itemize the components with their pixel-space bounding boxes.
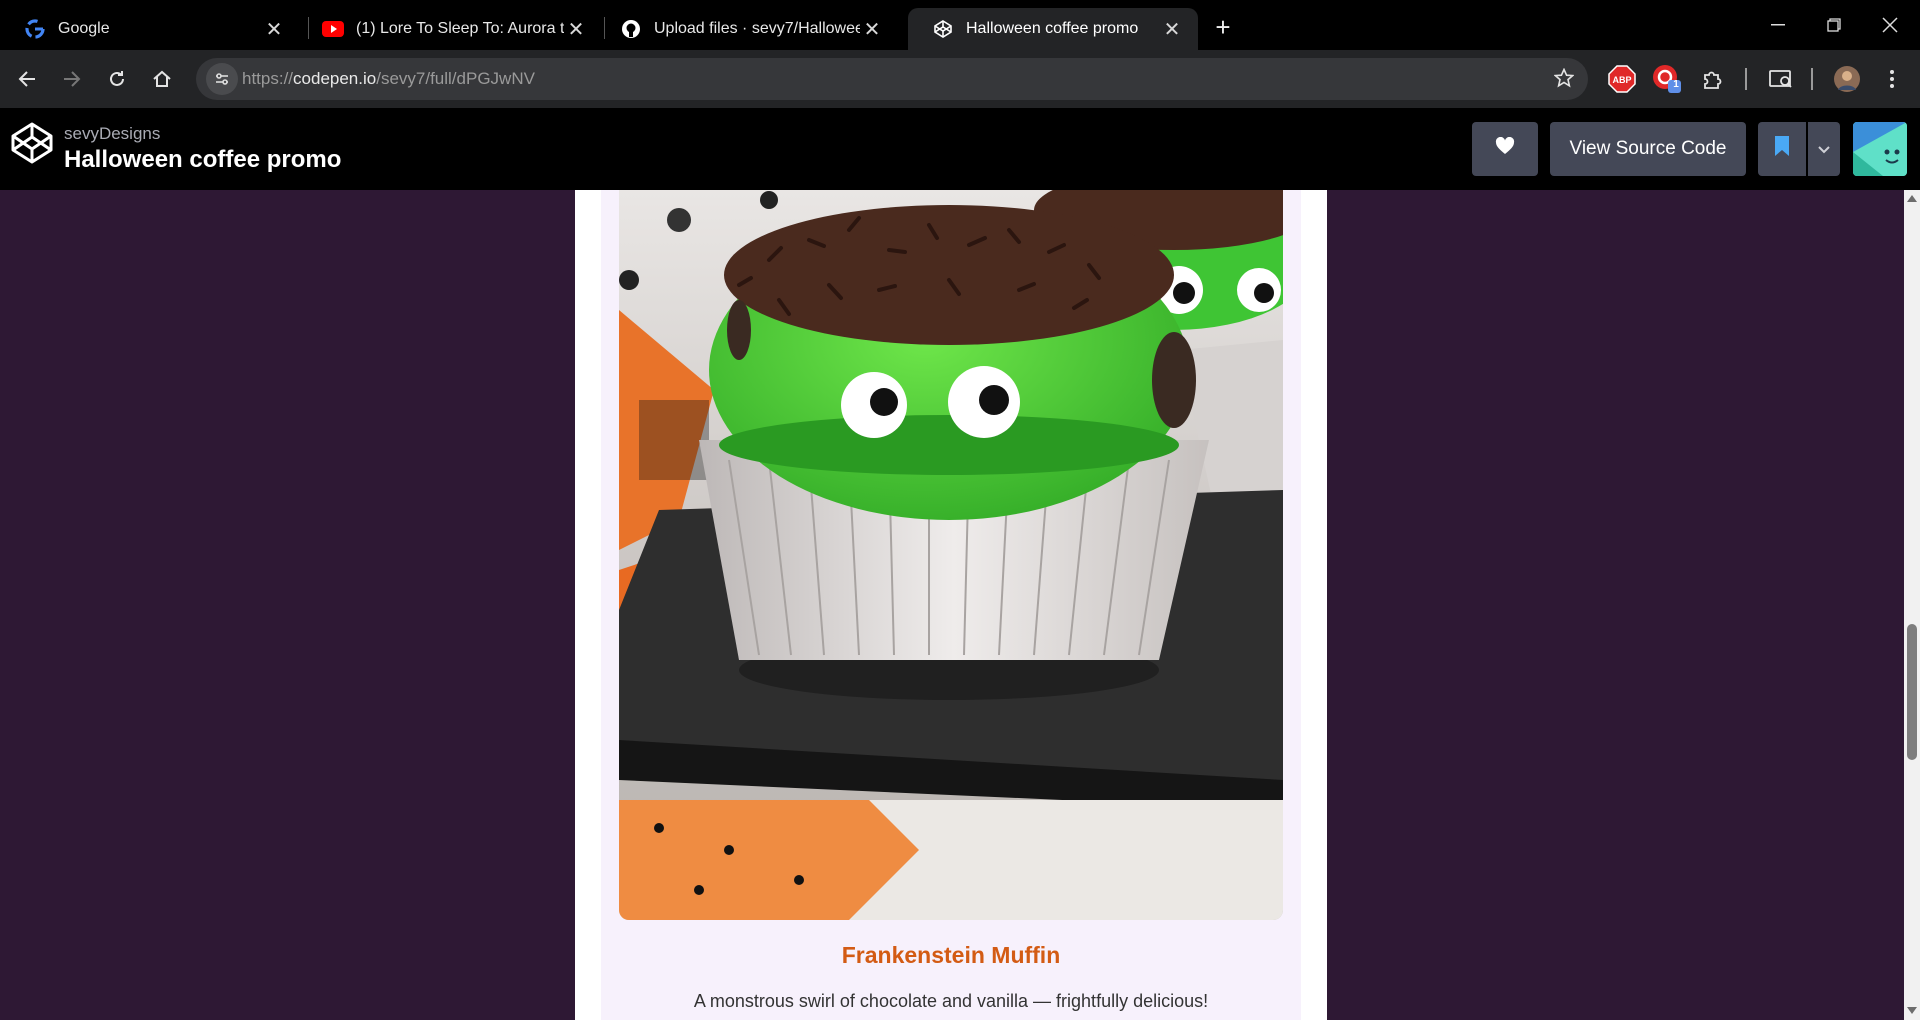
tab-title: Google xyxy=(58,20,110,37)
reload-button[interactable] xyxy=(100,62,134,96)
tab-title: Halloween coffee promo xyxy=(966,20,1139,37)
chevron-down-icon xyxy=(1818,138,1830,160)
adblock-plus-icon[interactable]: ABP xyxy=(1607,64,1637,94)
tab-title: (1) Lore To Sleep To: Aurora the xyxy=(356,20,564,37)
url-text: https://codepen.io/sevy7/full/dPGJwNV xyxy=(242,69,535,89)
bookmark-star-icon[interactable] xyxy=(1553,67,1575,93)
menu-item-description: A monstrous swirl of chocolate and vanil… xyxy=(693,991,1209,1011)
user-avatar[interactable] xyxy=(1853,122,1907,176)
forward-button[interactable] xyxy=(55,62,89,96)
bookmark-icon xyxy=(1774,135,1790,163)
svg-text:ABP: ABP xyxy=(1612,75,1631,85)
extension-badge-count: 1 xyxy=(1673,79,1679,90)
close-tab-icon[interactable]: ✕ xyxy=(860,17,884,41)
codepen-header: sevyDesigns Halloween coffee promo View … xyxy=(0,108,1920,190)
bookmark-dropdown-button[interactable] xyxy=(1808,122,1840,176)
page-scrollbar[interactable] xyxy=(1904,190,1920,1020)
close-tab-icon[interactable]: ✕ xyxy=(1160,17,1184,41)
toolbar-divider xyxy=(1745,68,1747,90)
pen-title: Halloween coffee promo xyxy=(64,146,342,173)
url-path: /sevy7/full/dPGJwNV xyxy=(376,69,535,88)
address-bar[interactable]: https://codepen.io/sevy7/full/dPGJwNV xyxy=(196,58,1588,100)
toolbar-divider xyxy=(1811,68,1813,90)
back-button[interactable] xyxy=(10,62,44,96)
browser-tab-strip: Google ✕ (1) Lore To Sleep To: Aurora th… xyxy=(0,0,1920,50)
restore-window-button[interactable] xyxy=(1806,8,1862,42)
minimize-window-button[interactable] xyxy=(1750,8,1806,42)
tab-github[interactable]: Upload files · sevy7/Halloween- ✕ xyxy=(596,8,898,50)
like-button[interactable] xyxy=(1472,122,1538,176)
browser-menu-icon[interactable] xyxy=(1877,64,1907,94)
extensions-puzzle-icon[interactable] xyxy=(1698,64,1728,94)
heart-icon xyxy=(1495,136,1515,161)
frankenstein-cupcake-photo xyxy=(619,190,1283,920)
tab-title: Upload files · sevy7/Halloween- xyxy=(654,20,860,37)
scroll-down-arrow-icon[interactable] xyxy=(1907,1007,1917,1014)
pen-author[interactable]: sevyDesigns xyxy=(64,124,160,144)
youtube-icon xyxy=(322,18,344,40)
google-icon xyxy=(24,18,46,40)
codepen-icon xyxy=(932,18,954,40)
close-tab-icon[interactable]: ✕ xyxy=(262,17,286,41)
profile-avatar[interactable] xyxy=(1832,64,1862,94)
url-host: codepen.io xyxy=(293,69,377,88)
url-scheme: https:// xyxy=(242,69,294,88)
tab-search-icon[interactable] xyxy=(1766,64,1796,94)
new-tab-button[interactable]: + xyxy=(1208,12,1238,42)
menu-item-title: Frankenstein Muffin xyxy=(841,942,1061,968)
codepen-logo-icon[interactable] xyxy=(10,121,54,165)
tab-halloween-coffee-promo[interactable]: Halloween coffee promo ✕ xyxy=(908,8,1198,50)
scrollbar-thumb[interactable] xyxy=(1907,624,1917,760)
home-button[interactable] xyxy=(145,62,179,96)
browser-toolbar: https://codepen.io/sevy7/full/dPGJwNV AB… xyxy=(0,50,1920,108)
view-source-code-button[interactable]: View Source Code xyxy=(1550,122,1746,176)
close-window-button[interactable] xyxy=(1862,8,1918,42)
extension-badge-icon[interactable]: 1 xyxy=(1652,64,1682,94)
close-tab-icon[interactable]: ✕ xyxy=(564,17,588,41)
pen-preview: Frankenstein Muffin A monstrous swirl of… xyxy=(0,190,1904,1020)
github-icon xyxy=(620,18,642,40)
scroll-up-arrow-icon[interactable] xyxy=(1907,195,1917,202)
site-info-icon[interactable] xyxy=(206,63,238,95)
tab-google[interactable]: Google ✕ xyxy=(0,8,300,50)
tab-youtube[interactable]: (1) Lore To Sleep To: Aurora the ✕ xyxy=(298,8,602,50)
bookmark-button[interactable] xyxy=(1758,122,1806,176)
